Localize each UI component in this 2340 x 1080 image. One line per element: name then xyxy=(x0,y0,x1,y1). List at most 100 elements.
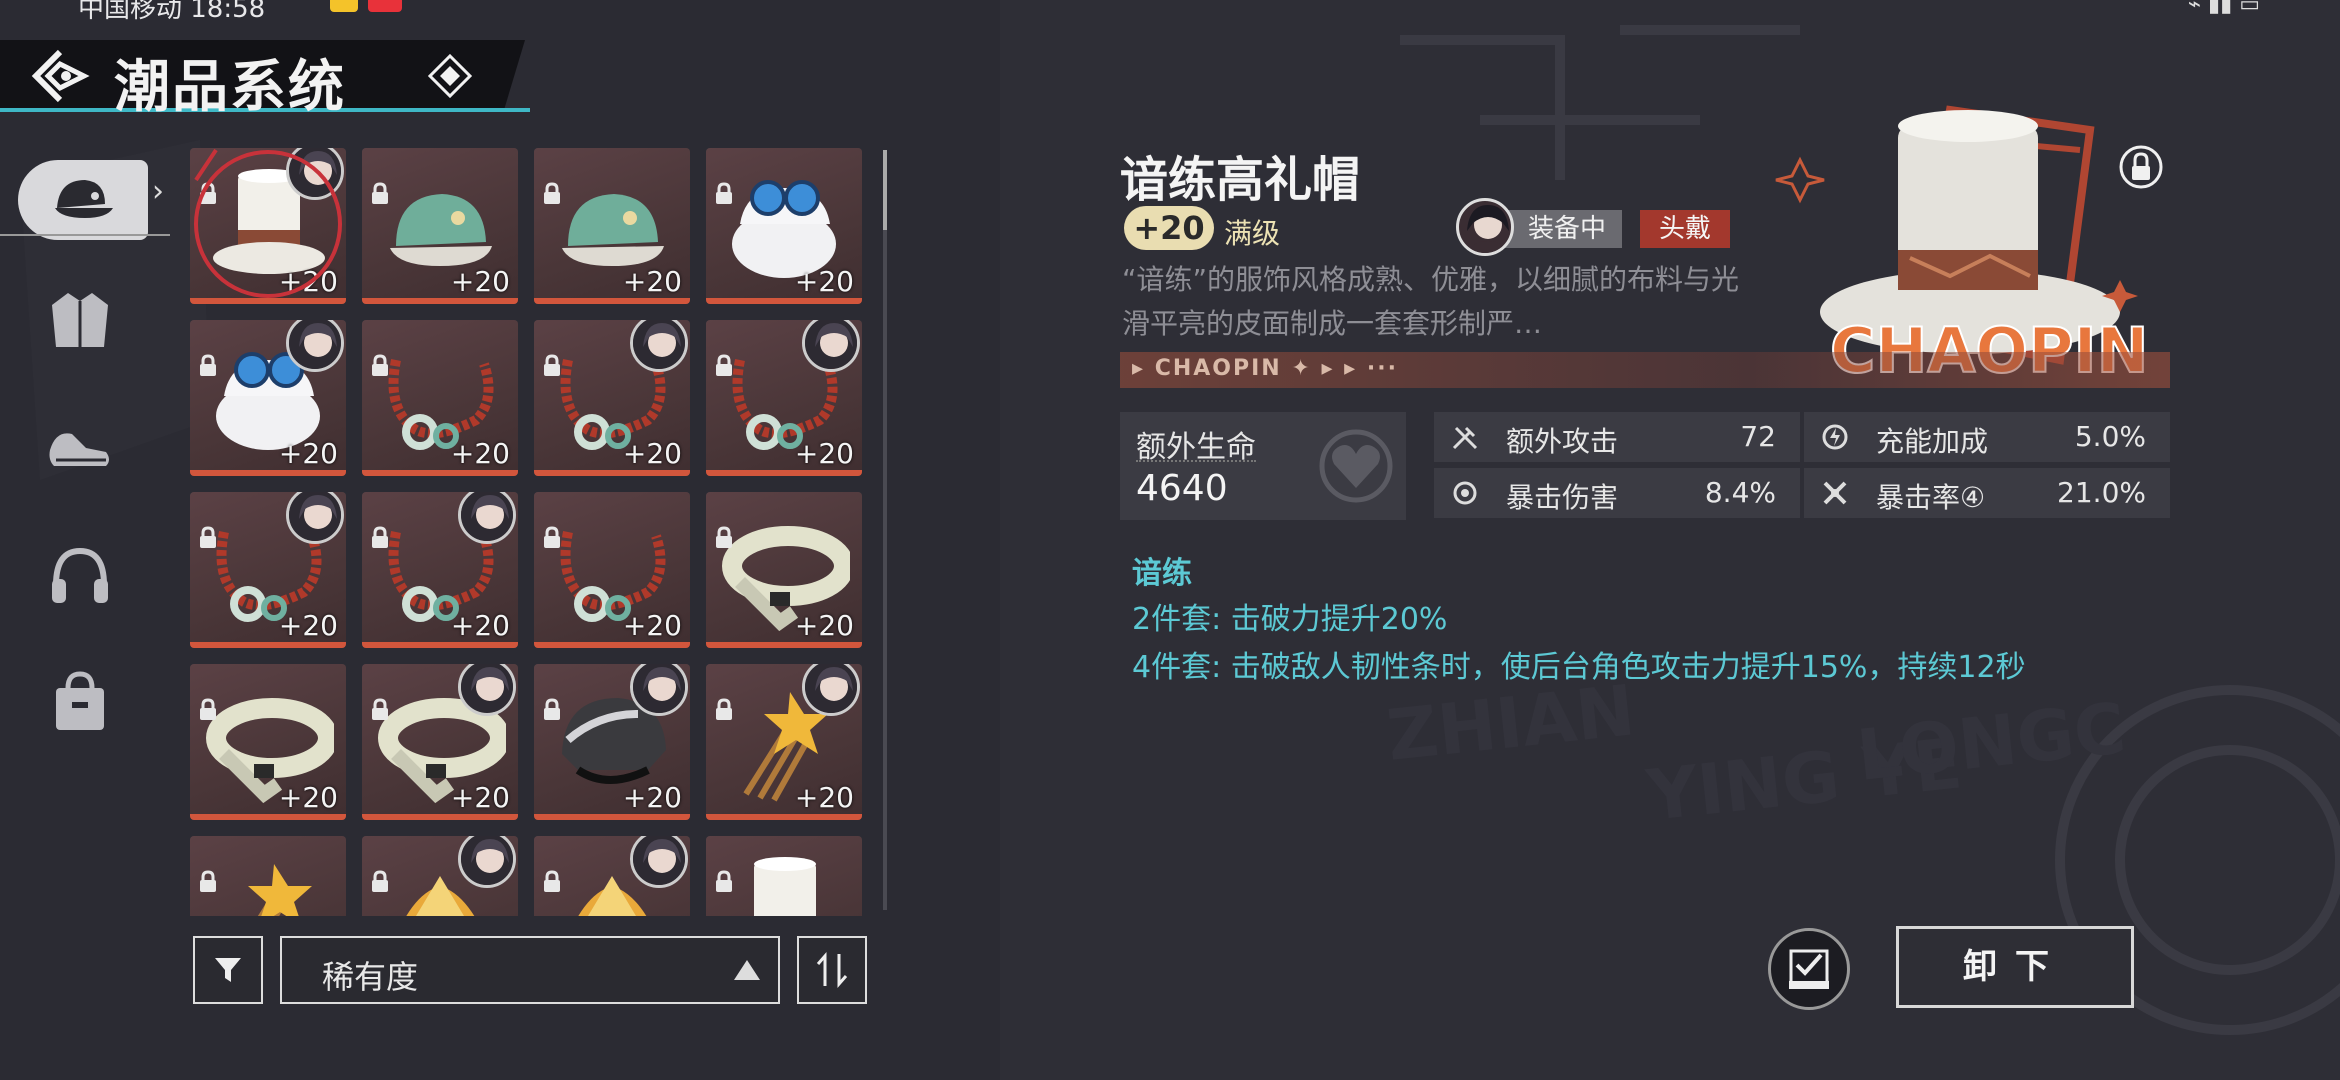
item-level: +20 xyxy=(278,437,338,470)
scrollbar-thumb[interactable] xyxy=(883,150,887,230)
item-tile[interactable]: +20 xyxy=(190,320,346,476)
item-tile[interactable]: +20 xyxy=(706,664,862,820)
lock-icon xyxy=(372,526,388,548)
jacket-icon xyxy=(52,293,108,347)
main-stat: 额外生命 4640 xyxy=(1120,412,1406,520)
category-selection-line xyxy=(0,234,170,236)
category-jacket[interactable] xyxy=(40,280,120,360)
rarity-bar xyxy=(362,470,518,476)
sort-order-button[interactable] xyxy=(797,936,867,1004)
lock-icon xyxy=(544,354,560,376)
item-level: +20 xyxy=(622,609,682,642)
item-tile[interactable]: +20 xyxy=(706,320,862,476)
grid-scrollbar[interactable] xyxy=(883,150,887,910)
main-stat-value: 4640 xyxy=(1136,468,1228,509)
rarity-bar xyxy=(534,298,690,304)
svg-text:LONGC: LONGC xyxy=(1853,687,2129,797)
category-bag[interactable] xyxy=(40,662,120,742)
main-stat-divider xyxy=(1136,460,1256,462)
filter-button[interactable] xyxy=(193,936,263,1004)
sort-select[interactable]: 稀有度 xyxy=(280,936,780,1004)
category-shoes[interactable] xyxy=(40,408,120,488)
lock-icon xyxy=(716,526,732,548)
bag-icon xyxy=(56,671,104,730)
lock-icon xyxy=(716,870,732,892)
rarity-bar xyxy=(362,814,518,820)
lock-icon xyxy=(544,698,560,720)
item-tile[interactable] xyxy=(190,836,346,916)
set-bonus-4: 4件套: 击破敌人韧性条时，使后台角色攻击力提升15%，持续12秒 xyxy=(1132,650,2026,685)
item-tile[interactable] xyxy=(706,836,862,916)
rarity-bar xyxy=(362,298,518,304)
rarity-bar xyxy=(534,814,690,820)
item-tile[interactable]: +20 xyxy=(534,664,690,820)
lock-icon xyxy=(372,698,388,720)
sub-stat-value: 8.4% xyxy=(1704,476,1776,509)
rarity-bar xyxy=(706,642,862,648)
sub-stat-crit-rate: 暴击率④ 21.0% xyxy=(1804,468,2170,518)
lock-icon xyxy=(372,182,388,204)
energy-icon xyxy=(1822,424,1848,450)
sub-stat-value: 21.0% xyxy=(2057,476,2146,509)
category-arrow-icon: › xyxy=(152,174,164,209)
sort-order-icon xyxy=(816,952,848,988)
category-cap[interactable] xyxy=(18,160,148,240)
sub-stat-label: 暴击率④ xyxy=(1876,481,1986,514)
item-tile[interactable]: +20 xyxy=(534,320,690,476)
equipped-tag: 装备中 xyxy=(1502,210,1622,248)
item-tile[interactable]: +20 xyxy=(190,492,346,648)
item-level: +20 xyxy=(622,437,682,470)
item-level: +20 xyxy=(622,265,682,298)
item-tile[interactable]: +20 xyxy=(362,320,518,476)
equipped-avatar[interactable] xyxy=(1456,198,1514,256)
item-level: +20 xyxy=(794,781,854,814)
item-tile[interactable]: +20 xyxy=(706,492,862,648)
sort-value: 稀有度 xyxy=(322,958,419,996)
unequip-button[interactable]: 卸下 xyxy=(1896,926,2134,1008)
lock-icon xyxy=(716,354,732,376)
sub-stat-label: 暴击伤害 xyxy=(1506,481,1619,514)
item-tile[interactable]: +20 xyxy=(190,148,346,304)
hp-icon xyxy=(1319,429,1393,503)
rarity-bar xyxy=(706,814,862,820)
lock-icon[interactable] xyxy=(2118,144,2164,190)
crit-dmg-icon xyxy=(1453,481,1477,505)
rarity-bar xyxy=(706,470,862,476)
rarity-bar xyxy=(190,642,346,648)
lock-icon xyxy=(372,870,388,892)
item-tile[interactable]: +20 xyxy=(362,148,518,304)
lock-icon xyxy=(200,870,216,892)
dropdown-arrow-icon xyxy=(734,960,760,980)
shoes-icon xyxy=(49,433,109,466)
rarity-bar xyxy=(190,298,346,304)
cap-icon xyxy=(55,180,113,218)
rarity-bar xyxy=(534,642,690,648)
headphones-icon xyxy=(52,547,108,603)
item-level: +20 xyxy=(794,609,854,642)
attack-icon xyxy=(1452,426,1478,450)
item-tile[interactable]: +20 xyxy=(362,664,518,820)
checklist-icon xyxy=(1789,949,1829,989)
item-tile[interactable]: +20 xyxy=(706,148,862,304)
item-level: +20 xyxy=(278,781,338,814)
compare-button[interactable] xyxy=(1768,928,1850,1010)
item-tile[interactable]: +20 xyxy=(190,664,346,820)
notification-badge xyxy=(368,0,402,12)
item-level: +20 xyxy=(794,265,854,298)
rarity-bar xyxy=(534,470,690,476)
slot-tag: 头戴 xyxy=(1640,210,1730,248)
sub-stat-label: 额外攻击 xyxy=(1506,425,1619,458)
item-tile[interactable]: +20 xyxy=(534,148,690,304)
sub-stat-value: 72 xyxy=(1740,420,1776,453)
item-tile[interactable]: +20 xyxy=(362,492,518,648)
info-diamond-icon[interactable] xyxy=(428,54,472,98)
back-icon[interactable] xyxy=(30,48,94,104)
item-tile[interactable] xyxy=(534,836,690,916)
item-tile[interactable]: +20 xyxy=(534,492,690,648)
category-headphones[interactable] xyxy=(40,536,120,616)
lock-icon xyxy=(544,182,560,204)
sub-stat-energy: 充能加成 5.0% xyxy=(1804,412,2170,462)
rarity-bar xyxy=(190,814,346,820)
set-name: 谙练 xyxy=(1132,556,1192,591)
item-tile[interactable] xyxy=(362,836,518,916)
